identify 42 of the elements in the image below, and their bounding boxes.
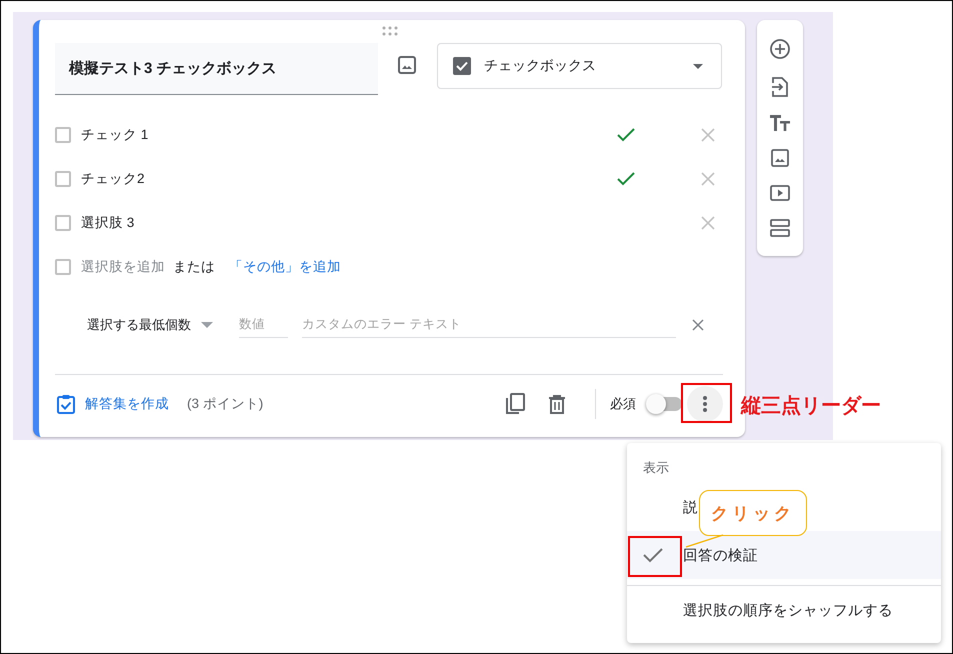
callout: クリック (699, 490, 807, 536)
menu-item[interactable]: 説 (683, 498, 698, 516)
caret-icon (201, 322, 213, 328)
import-icon[interactable] (772, 77, 788, 97)
caret-icon (693, 64, 703, 68)
drag-handle-icon[interactable] (382, 26, 398, 36)
checkbox[interactable] (55, 127, 71, 143)
image-icon[interactable] (398, 56, 416, 74)
title-icon[interactable] (770, 115, 790, 131)
answer-key-link[interactable]: 解答集を作成 (55, 394, 169, 414)
or-text: または (173, 258, 215, 276)
more-icon[interactable] (687, 386, 723, 422)
image-icon[interactable] (771, 149, 789, 167)
highlight-frame (628, 536, 682, 577)
menu-header: 表示 (642, 459, 670, 477)
video-icon[interactable] (770, 185, 790, 201)
highlight-frame (681, 383, 732, 423)
close-icon[interactable] (692, 318, 704, 330)
copy-icon[interactable] (505, 393, 525, 415)
validation-rule-dropdown[interactable]: 選択する最低個数 (87, 316, 213, 334)
menu-item[interactable]: 選択肢の順序をシャッフルする (683, 600, 893, 620)
option-label[interactable]: チェック2 (81, 170, 617, 188)
menu-item[interactable]: 回答の検証 (683, 546, 758, 564)
annotation-label: 縦三点リーダー (741, 394, 881, 419)
checkbox-icon (453, 57, 471, 75)
add-other-link[interactable]: 「その他」を追加 (229, 258, 341, 276)
section-icon[interactable] (770, 219, 790, 237)
error-text-field[interactable]: カスタムのエラー テキスト (302, 311, 676, 338)
question-type-dropdown[interactable]: チェックボックス (437, 43, 722, 89)
add-icon[interactable] (770, 39, 790, 59)
checkbox[interactable] (55, 171, 71, 187)
option-label[interactable]: チェック 1 (81, 126, 617, 144)
trash-icon[interactable] (549, 394, 565, 414)
checkbox[interactable] (55, 215, 71, 231)
option-label[interactable]: 選択肢 3 (81, 214, 617, 232)
required-toggle[interactable] (648, 397, 682, 411)
number-field[interactable]: 数値 (239, 311, 288, 338)
required-label: 必須 (610, 395, 636, 413)
points-text: (3 ポイント) (187, 395, 264, 413)
add-option-placeholder[interactable]: 選択肢を追加 (81, 258, 165, 276)
clipboard-check-icon (57, 394, 75, 414)
question-title-field[interactable]: 模擬テスト3 チェックボックス (55, 43, 378, 95)
